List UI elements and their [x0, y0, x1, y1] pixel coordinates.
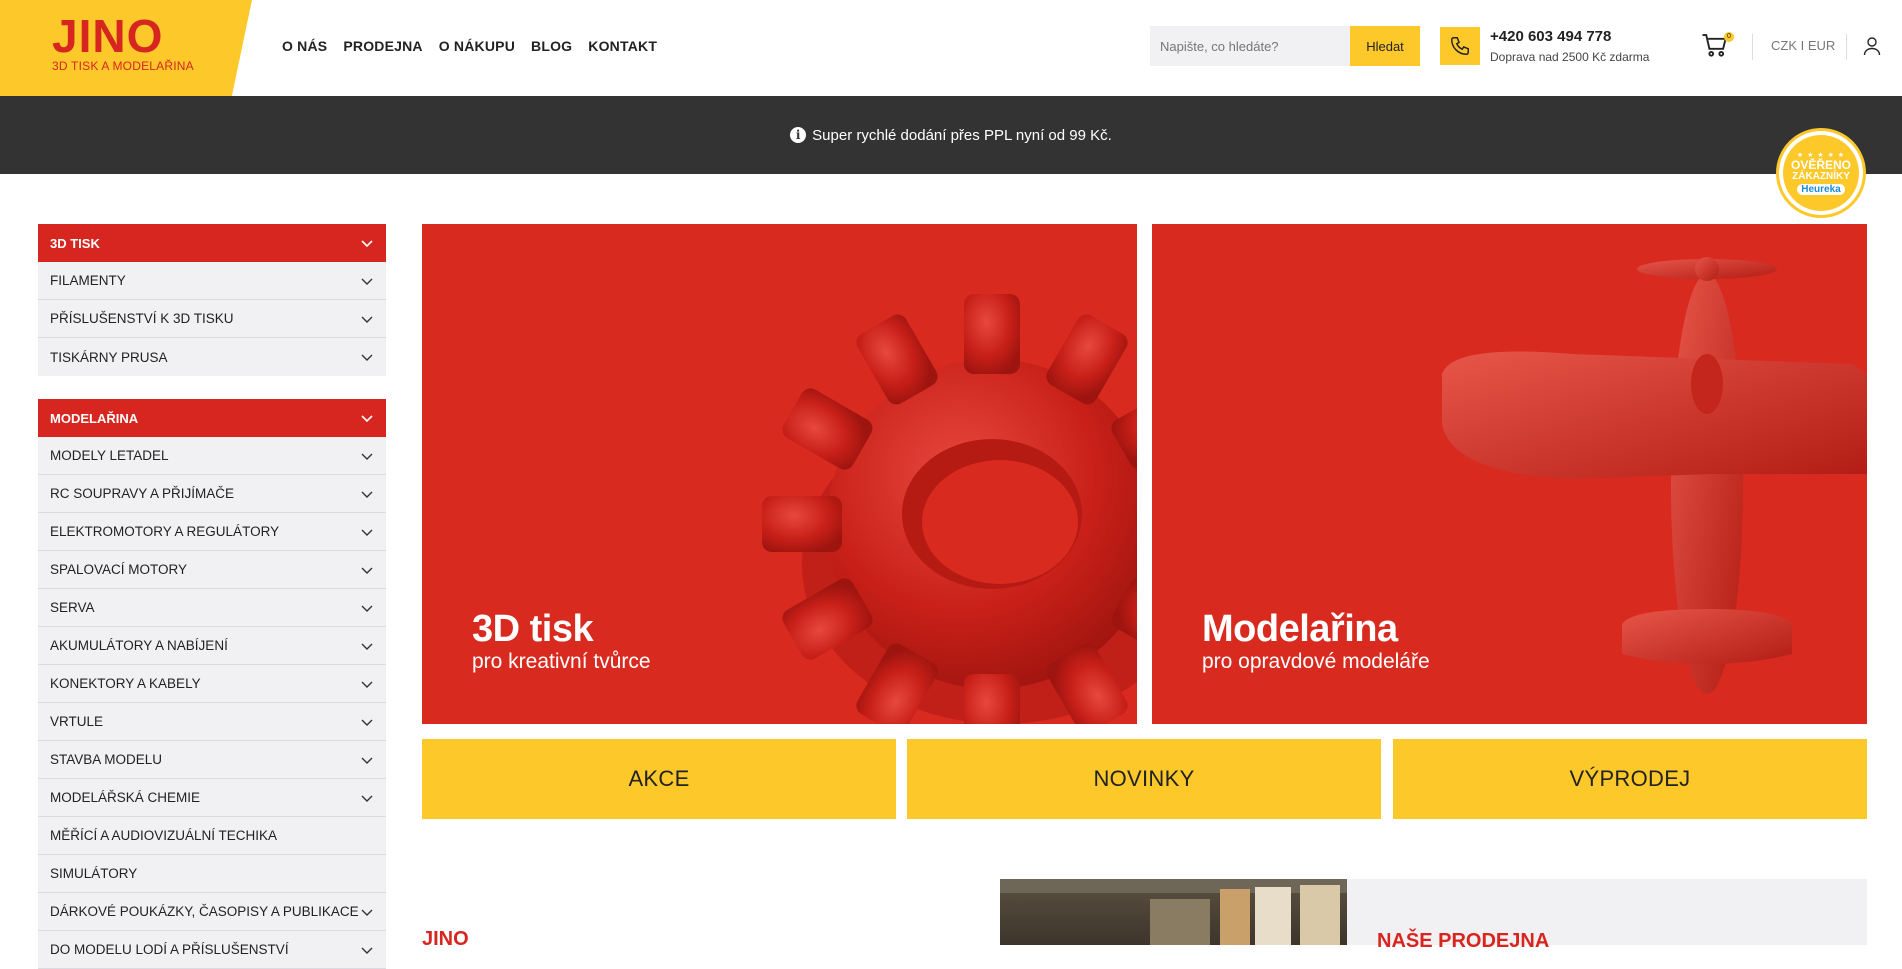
sidebar-item-label: SIMULÁTORY [50, 866, 138, 881]
banner-subtitle: pro kreativní tvůrce [472, 650, 651, 673]
sidebar-item-rc-soupravy[interactable]: RC SOUPRAVY A PŘIJÍMAČE [38, 475, 386, 513]
sidebar-item-prislusenstvi[interactable]: PŘÍSLUŠENSTVÍ K 3D TISKU [38, 300, 386, 338]
chevron-down-icon[interactable] [360, 677, 374, 691]
logo-tagline: 3D TISK A MODELAŘINA [52, 59, 194, 73]
sidebar-item-modely-letadel[interactable]: MODELY LETADEL [38, 437, 386, 475]
nav-item-o-nas[interactable]: O NÁS [282, 38, 327, 54]
chevron-down-icon[interactable] [360, 715, 374, 729]
sidebar-item-tiskarny[interactable]: TISKÁRNY PRUSA [38, 338, 386, 376]
sidebar-item-stavba-modelu[interactable]: STAVBA MODELU [38, 741, 386, 779]
sidebar-item-label: KONEKTORY A KABELY [50, 676, 201, 691]
tile-novinky[interactable]: NOVINKY [907, 739, 1381, 819]
chevron-down-icon[interactable] [360, 563, 374, 577]
heureka-line1: OVĚŘENO [1790, 158, 1851, 172]
divider [1846, 34, 1847, 60]
sidebar-heading-modelarina[interactable]: MODELAŘINA [38, 399, 386, 437]
currency-switcher[interactable]: CZK I EUR [1771, 38, 1835, 53]
sidebar-item-merici-technika[interactable]: MĚŘÍCÍ A AUDIOVIZUÁLNÍ TECHIKA [38, 817, 386, 855]
logo-text[interactable]: JINO [52, 10, 163, 62]
nav-item-o-nakupu[interactable]: O NÁKUPU [439, 38, 515, 54]
store-photo [1000, 879, 1347, 945]
sidebar-item-label: STAVBA MODELU [50, 752, 163, 767]
sidebar-item-serva[interactable]: SERVA [38, 589, 386, 627]
shipping-note: Doprava nad 2500 Kč zdarma [1490, 50, 1650, 64]
tile-vyprodej[interactable]: VÝPRODEJ [1393, 739, 1867, 819]
sidebar-item-label: MODELY LETADEL [50, 448, 169, 463]
info-icon: i [790, 127, 807, 143]
site-header: JINO 3D TISK A MODELAŘINA O NÁS PRODEJNA… [0, 0, 1902, 96]
chevron-down-icon[interactable] [360, 350, 374, 364]
sidebar-item-simulatory[interactable]: SIMULÁTORY [38, 855, 386, 893]
sidebar-item-label: MĚŘÍCÍ A AUDIOVIZUÁLNÍ TECHIKA [50, 828, 278, 843]
phone-icon [1440, 27, 1480, 65]
sidebar-item-label: PŘÍSLUŠENSTVÍ K 3D TISKU [50, 311, 234, 326]
nav-item-prodejna[interactable]: PRODEJNA [343, 38, 422, 54]
info-bar: i Super rychlé dodání přes PPL nyní od 9… [0, 96, 1902, 174]
search-box: Hledat [1150, 26, 1420, 66]
sidebar-item-label: AKUMULÁTORY A NABÍJENÍ [50, 638, 228, 653]
sidebar-item-label: TISKÁRNY PRUSA [50, 349, 168, 365]
info-bar-text: Super rychlé dodání přes PPL nyní od 99 … [812, 126, 1112, 144]
sidebar-category-modelarina: MODELAŘINA MODELY LETADEL RC SOUPRAVY A … [38, 399, 386, 969]
main-nav: O NÁS PRODEJNA O NÁKUPU BLOG KONTAKT [282, 38, 657, 54]
sidebar-heading-3d-tisk[interactable]: 3D TISK [38, 224, 386, 262]
banner-3d-tisk[interactable]: 3D tisk pro kreativní tvůrce [422, 224, 1137, 724]
sidebar-item-label: FILAMENTY [50, 273, 126, 288]
heureka-badge[interactable]: ★ ★ ★ ★ ★ OVĚŘENO ZÁKAZNÍKY Heureka [1776, 128, 1866, 218]
sidebar-item-label: ELEKTROMOTORY A REGULÁTORY [50, 524, 280, 539]
chevron-down-icon[interactable] [360, 487, 374, 501]
sidebar-item-label: SPALOVACÍ MOTORY [50, 562, 188, 577]
sidebar-item-label: DO MODELU LODÍ A PŘÍSLUŠENSTVÍ [50, 942, 289, 957]
sidebar-item-filamenty[interactable]: FILAMENTY [38, 262, 386, 300]
chevron-down-icon[interactable] [360, 905, 374, 919]
heureka-brand: Heureka [1797, 184, 1845, 195]
sidebar-item-label: VRTULE [50, 714, 104, 729]
sidebar-category-3d-tisk: 3D TISK FILAMENTY PŘÍSLUŠENSTVÍ K 3D TIS… [38, 224, 386, 376]
chevron-down-icon[interactable] [360, 449, 374, 463]
chevron-down-icon [361, 415, 373, 423]
nav-item-kontakt[interactable]: KONTAKT [588, 38, 657, 54]
sidebar-item-label: SERVA [50, 600, 95, 615]
sidebar-item-label: DÁRKOVÉ POUKÁZKY, ČASOPISY A PUBLIKACE [50, 904, 359, 919]
divider [1752, 34, 1753, 60]
search-input[interactable] [1150, 26, 1350, 66]
sidebar-item-label: RC SOUPRAVY A PŘIJÍMAČE [50, 486, 235, 501]
banner-title: 3D tisk [472, 608, 594, 650]
chevron-down-icon[interactable] [360, 791, 374, 805]
cart-badge: 0 [1724, 32, 1734, 42]
sidebar-item-konektory[interactable]: KONEKTORY A KABELY [38, 665, 386, 703]
section-title-jino: JINO [422, 928, 469, 950]
chevron-down-icon[interactable] [360, 601, 374, 615]
heureka-line2: ZÁKAZNÍKY [1792, 171, 1850, 182]
sidebar-item-poukazky[interactable]: DÁRKOVÉ POUKÁZKY, ČASOPISY A PUBLIKACE [38, 893, 386, 931]
nav-item-blog[interactable]: BLOG [531, 38, 572, 54]
banner-modelarina[interactable]: Modelařina pro opravdové modeláře [1152, 224, 1867, 724]
chevron-down-icon[interactable] [360, 753, 374, 767]
phone-number[interactable]: +420 603 494 778 [1490, 28, 1611, 45]
banner-subtitle: pro opravdové modeláře [1202, 650, 1430, 673]
sidebar-item-chemie[interactable]: MODELÁŘSKÁ CHEMIE [38, 779, 386, 817]
sidebar-item-elektromotory[interactable]: ELEKTROMOTORY A REGULÁTORY [38, 513, 386, 551]
chevron-down-icon[interactable] [360, 639, 374, 653]
chevron-down-icon[interactable] [360, 312, 374, 326]
sidebar-item-spalovaci-motory[interactable]: SPALOVACÍ MOTORY [38, 551, 386, 589]
tile-akce[interactable]: AKCE [422, 739, 896, 819]
search-button[interactable]: Hledat [1350, 26, 1420, 66]
sidebar-heading-label: 3D TISK [50, 235, 100, 251]
sidebar-item-label: MODELÁŘSKÁ CHEMIE [50, 790, 201, 805]
banner-title: Modelařina [1202, 608, 1398, 650]
sidebar-item-vrtule[interactable]: VRTULE [38, 703, 386, 741]
sidebar-item-akumulatory[interactable]: AKUMULÁTORY A NABÍJENÍ [38, 627, 386, 665]
chevron-down-icon[interactable] [360, 274, 374, 288]
sidebar-heading-label: MODELAŘINA [50, 410, 139, 426]
chevron-down-icon [361, 240, 373, 248]
section-title-prodejna: NAŠE PRODEJNA [1377, 930, 1550, 952]
chevron-down-icon[interactable] [360, 525, 374, 539]
sidebar-item-lode[interactable]: DO MODELU LODÍ A PŘÍSLUŠENSTVÍ [38, 931, 386, 969]
user-icon[interactable] [1863, 36, 1881, 56]
